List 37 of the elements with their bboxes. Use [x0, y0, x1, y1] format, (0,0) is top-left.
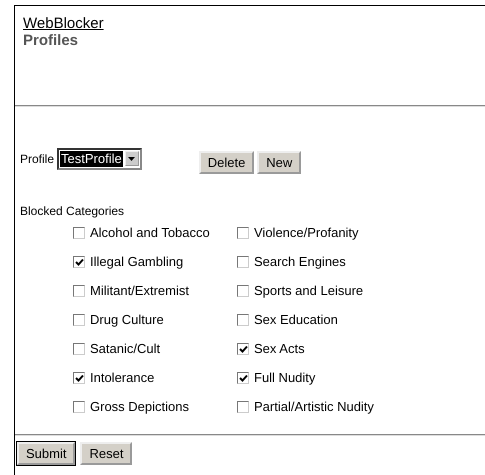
- category-checkbox[interactable]: [73, 343, 85, 355]
- category-checkbox[interactable]: [237, 401, 249, 413]
- category-label: Full Nudity: [254, 370, 316, 386]
- form-button[interactable]: Reset: [80, 442, 132, 465]
- category-label: Intolerance: [90, 370, 154, 386]
- category-checkbox[interactable]: [237, 343, 249, 355]
- webblocker-link[interactable]: WebBlocker: [23, 15, 104, 32]
- category-label: Gross Depictions: [90, 399, 189, 415]
- blocked-categories-heading: Blocked Categories: [19, 203, 126, 218]
- category-checkbox[interactable]: [237, 227, 249, 239]
- category-checkbox[interactable]: [73, 256, 85, 268]
- category-label: Violence/Profanity: [254, 225, 359, 241]
- category-label: Illegal Gambling: [90, 254, 184, 270]
- category-label: Search Engines: [254, 254, 346, 270]
- category-label: Satanic/Cult: [90, 341, 160, 357]
- category-checkbox[interactable]: [237, 372, 249, 384]
- profile-button[interactable]: Delete: [198, 151, 254, 174]
- profile-label: Profile: [20, 152, 54, 166]
- category-label: Drug Culture: [90, 312, 164, 328]
- category-checkbox[interactable]: [237, 256, 249, 268]
- profile-button[interactable]: New: [257, 151, 302, 174]
- category-label: Alcohol and Tobacco: [90, 225, 210, 241]
- category-label: Sex Acts: [254, 341, 305, 357]
- category-checkbox[interactable]: [73, 227, 85, 239]
- category-checkbox[interactable]: [237, 314, 249, 326]
- category-label: Sex Education: [254, 312, 338, 328]
- category-checkbox[interactable]: [73, 285, 85, 297]
- category-label: Sports and Leisure: [254, 283, 364, 299]
- profile-dropdown[interactable]: TestProfile: [57, 148, 142, 170]
- category-label: Militant/Extremist: [90, 283, 189, 299]
- form-button[interactable]: Submit: [17, 442, 76, 465]
- category-label: Partial/Artistic Nudity: [254, 399, 374, 415]
- category-checkbox[interactable]: [237, 285, 249, 297]
- category-checkbox[interactable]: [73, 401, 85, 413]
- category-checkbox[interactable]: [73, 314, 85, 326]
- page-title: Profiles: [23, 32, 78, 49]
- category-checkbox[interactable]: [73, 372, 85, 384]
